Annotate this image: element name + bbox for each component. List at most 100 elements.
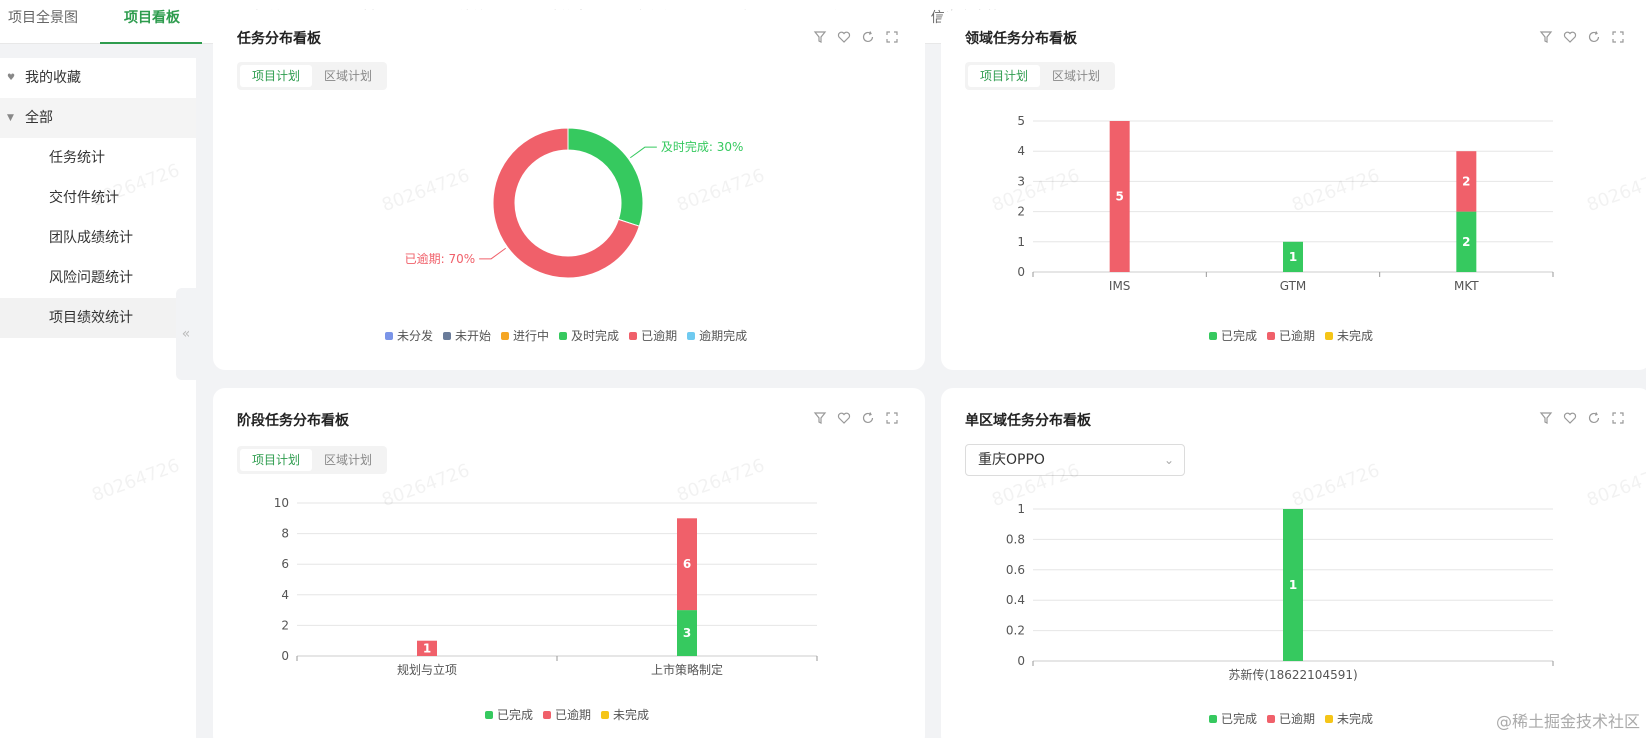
legend-label: 未完成	[1337, 712, 1374, 726]
tab-1[interactable]: 项目看板	[100, 0, 202, 44]
sidebar-item-risk-stats[interactable]: 风险问题统计	[0, 258, 196, 298]
legend-item[interactable]: 已完成	[1209, 710, 1257, 727]
sidebar-item-favorites[interactable]: ♥ 我的收藏	[0, 58, 196, 98]
legend-label: 已完成	[497, 708, 534, 722]
legend-item[interactable]: 已完成	[485, 706, 533, 723]
legend-item[interactable]: 已完成	[1209, 327, 1257, 344]
y-tick-label: 2	[1017, 205, 1025, 219]
x-tick-label: 上市策略制定	[651, 662, 723, 677]
legend-label: 已逾期	[1279, 712, 1316, 726]
legend-item[interactable]: 未分发	[385, 327, 433, 344]
legend-label: 已逾期	[641, 329, 678, 343]
legend-item[interactable]: 已逾期	[1267, 327, 1315, 344]
legend-item[interactable]: 未完成	[601, 706, 649, 723]
legend-swatch	[629, 331, 638, 340]
legend-label: 已完成	[1221, 712, 1258, 726]
legend-item[interactable]: 及时完成	[559, 327, 619, 344]
y-tick-label: 1	[1017, 502, 1025, 516]
legend-swatch	[501, 331, 510, 340]
bar-value-label: 3	[683, 626, 691, 640]
sidebar-item-deliverable-stats[interactable]: 交付件统计	[0, 178, 196, 218]
y-tick-label: 0.6	[1006, 563, 1025, 577]
y-tick-label: 1	[1017, 235, 1025, 249]
legend-swatch	[1325, 714, 1334, 723]
legend-item[interactable]: 未完成	[1325, 327, 1373, 344]
y-tick-label: 6	[281, 557, 289, 571]
sidebar: ♥ 我的收藏 ▼ 全部 任务统计 交付件统计 团队成绩统计 风险问题统计 项目绩…	[0, 58, 196, 738]
sidebar-item-label: 我的收藏	[25, 70, 81, 86]
legend-label: 未分发	[397, 329, 434, 343]
sidebar-item-label: 全部	[25, 110, 53, 126]
legend-swatch	[1267, 714, 1276, 723]
sidebar-item-label: 团队成绩统计	[49, 230, 133, 246]
legend-swatch	[543, 710, 552, 719]
legend-item[interactable]: 逾期完成	[687, 327, 747, 344]
sidebar-item-label: 交付件统计	[49, 190, 119, 206]
legend-swatch	[601, 710, 610, 719]
y-tick-label: 0	[1017, 265, 1025, 279]
x-tick-label: MKT	[1454, 279, 1479, 293]
legend-label: 已完成	[1221, 329, 1258, 343]
bar-value-label: 1	[1289, 578, 1297, 592]
legend-swatch	[1267, 331, 1276, 340]
y-tick-label: 0.2	[1006, 624, 1025, 638]
legend-swatch	[385, 331, 393, 340]
sidebar-item-label: 项目绩效统计	[49, 310, 133, 326]
caret-down-icon: ▼	[7, 113, 14, 123]
legend-label: 未完成	[1337, 329, 1374, 343]
y-tick-label: 2	[281, 618, 289, 632]
slice-label: 已逾期: 70%	[405, 251, 476, 266]
label-leader-line	[479, 247, 506, 260]
bar-chart: 0 2 4 6 8 10 规划与立项 1 上市策略制定 3 6	[274, 496, 818, 677]
bar-value-label: 1	[423, 641, 431, 655]
legend-item[interactable]: 已逾期	[1267, 710, 1315, 727]
sidebar-item-performance-stats[interactable]: 项目绩效统计	[0, 298, 196, 338]
legend-item[interactable]: 进行中	[501, 327, 549, 344]
single-region-card: 单区域任务分布看板 重庆OPPO ⌄ 0 0.2 0.4 0.6 0.8 1 苏新传(186…	[941, 388, 1646, 738]
sidebar-collapse-button[interactable]: «	[176, 288, 196, 380]
slice-label: 及时完成: 30%	[661, 139, 744, 154]
y-tick-label: 0.8	[1006, 532, 1025, 546]
task-distribution-card: 任务分布看板 项目计划 区域计划 及时完成: 30% 已逾期: 70% 未分发 未开…	[213, 10, 925, 370]
legend-label: 及时完成	[571, 329, 620, 343]
label-leader-line	[630, 146, 657, 159]
donut-slice[interactable]	[567, 127, 644, 227]
x-tick-label: 苏新传(18622104591)	[1228, 667, 1357, 682]
legend-item[interactable]: 已逾期	[543, 706, 591, 723]
legend-swatch	[687, 331, 696, 340]
legend-swatch	[1209, 714, 1217, 723]
legend-label: 逾期完成	[699, 329, 748, 343]
legend-item[interactable]: 已逾期	[629, 327, 677, 344]
legend-label: 已逾期	[555, 708, 592, 722]
stage-distribution-card: 阶段任务分布看板 项目计划 区域计划 0 2 4 6 8 10 规划与立项 1 上市策略制定 3 6…	[213, 388, 925, 738]
double-chevron-left-icon: «	[181, 326, 191, 342]
bar-value-label: 1	[1289, 250, 1297, 264]
sidebar-item-task-stats[interactable]: 任务统计	[0, 138, 196, 178]
heart-icon: ♥	[7, 73, 16, 83]
legend-swatch	[443, 331, 452, 340]
bar-value-label: 2	[1462, 174, 1470, 188]
bar-chart: 0 0.2 0.4 0.6 0.8 1 苏新传(18622104591) 1	[1006, 502, 1554, 682]
donut-chart: 及时完成: 30% 已逾期: 70%	[405, 127, 744, 279]
sidebar-item-all[interactable]: ▼ 全部	[0, 98, 196, 138]
bar-value-label: 2	[1462, 235, 1470, 249]
y-tick-label: 10	[274, 496, 289, 510]
tab-0[interactable]: 项目全景图	[0, 0, 100, 44]
legend-item[interactable]: 未完成	[1325, 710, 1373, 727]
chart-legend: 未分发 未开始 进行中 及时完成 已逾期 逾期完成	[385, 327, 747, 344]
sidebar-item-label: 任务统计	[49, 150, 105, 166]
legend-label: 进行中	[513, 329, 550, 343]
y-tick-label: 0	[281, 649, 289, 663]
legend-swatch	[1209, 331, 1217, 340]
legend-item[interactable]: 未开始	[443, 327, 491, 344]
chart-legend: 已完成 已逾期 未完成	[485, 706, 649, 723]
y-tick-label: 3	[1017, 174, 1025, 188]
legend-swatch	[559, 331, 568, 340]
y-tick-label: 5	[1017, 114, 1025, 128]
bar-value-label: 6	[683, 557, 691, 571]
x-tick-label: IMS	[1109, 279, 1131, 293]
sidebar-item-team-stats[interactable]: 团队成绩统计	[0, 218, 196, 258]
y-tick-label: 0.4	[1006, 593, 1025, 607]
chart-legend: 已完成 已逾期 未完成	[1209, 710, 1373, 727]
sidebar-item-label: 风险问题统计	[49, 270, 133, 286]
